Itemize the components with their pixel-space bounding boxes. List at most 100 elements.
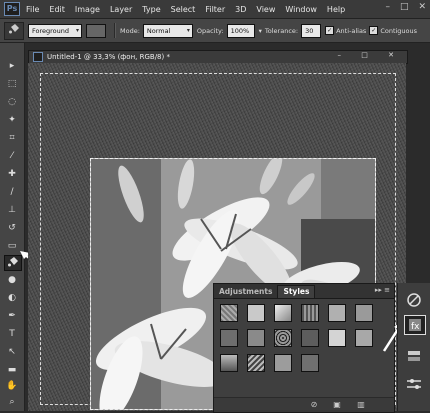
style-swatch[interactable] <box>301 304 319 322</box>
layers-icon[interactable] <box>404 347 424 365</box>
menu-bar: Ps File Edit Image Layer Type Select Fil… <box>0 0 430 19</box>
doc-maximize-button[interactable]: □ <box>361 51 377 59</box>
dodge-tool-icon[interactable]: ◐ <box>4 291 20 305</box>
panel-dock: fx <box>397 283 430 411</box>
adjustments-icon[interactable] <box>404 291 424 309</box>
style-swatch[interactable] <box>328 304 346 322</box>
mode-value: Normal <box>146 26 171 35</box>
style-swatch[interactable] <box>274 304 292 322</box>
document-tab[interactable]: Untitled-1 @ 33,3% (фон, RGB/8) * – □ ✕ <box>28 50 408 64</box>
opacity-label: Opacity: <box>196 26 224 35</box>
tools-panel: ▸ ⬚ ◌ ✦ ⌗ ⁄ ✚ ∕ ⊥ ↺ ▭ ● ◐ ✒ T ↖ ▬ ✋ ⌕ <box>0 43 25 411</box>
document-window-controls: – □ ✕ <box>338 51 403 59</box>
menu-filter[interactable]: Filter <box>205 5 225 14</box>
style-swatch[interactable] <box>355 304 373 322</box>
tab-adjustments[interactable]: Adjustments <box>214 286 277 298</box>
type-tool-icon[interactable]: T <box>4 327 20 341</box>
quick-select-tool-icon[interactable]: ✦ <box>4 113 20 127</box>
doc-close-button[interactable]: ✕ <box>388 51 403 59</box>
panel-footer: ⊘ ▣ ▥ <box>214 397 394 412</box>
pattern-picker[interactable] <box>86 23 106 38</box>
menu-select[interactable]: Select <box>171 5 196 14</box>
document-icon <box>33 52 43 62</box>
contiguous-label: Contiguous <box>380 26 418 35</box>
contiguous-checkbox[interactable]: ✓ <box>369 26 379 35</box>
panel-menu-button[interactable]: ▸▸ ≡ <box>375 286 390 294</box>
menu-view[interactable]: View <box>256 5 275 14</box>
menu-file[interactable]: File <box>26 5 39 14</box>
app-logo: Ps <box>4 2 20 16</box>
mode-label: Mode: <box>120 26 140 35</box>
zoom-tool-icon[interactable]: ⌕ <box>4 395 20 409</box>
style-swatch[interactable] <box>301 329 319 347</box>
svg-text:fx: fx <box>411 322 420 332</box>
marquee-tool-icon[interactable]: ⬚ <box>4 77 20 91</box>
hand-tool-icon[interactable]: ✋ <box>4 379 20 393</box>
panel-tab-bar: Adjustments Styles <box>214 284 394 299</box>
menu-edit[interactable]: Edit <box>49 5 65 14</box>
menu-layer[interactable]: Layer <box>110 5 132 14</box>
paint-bucket-tool-icon[interactable] <box>4 255 22 271</box>
clear-style-icon[interactable]: ⊘ <box>309 400 319 410</box>
paint-bucket-icon <box>9 23 19 33</box>
style-swatch[interactable] <box>220 329 238 347</box>
antialias-checkbox[interactable]: ✓ <box>325 26 335 35</box>
shape-tool-icon[interactable]: ▬ <box>4 363 20 377</box>
document-title: Untitled-1 @ 33,3% (фон, RGB/8) * <box>47 53 170 61</box>
style-swatch[interactable] <box>274 354 292 372</box>
tab-styles[interactable]: Styles <box>277 285 316 298</box>
style-swatch[interactable] <box>247 304 265 322</box>
menu-help[interactable]: Help <box>327 5 345 14</box>
style-swatch[interactable] <box>247 354 265 372</box>
eyedropper-tool-icon[interactable]: ⁄ <box>4 149 20 163</box>
doc-minimize-button[interactable]: – <box>338 51 351 59</box>
channels-icon[interactable] <box>404 375 424 393</box>
menu-type[interactable]: Type <box>142 5 160 14</box>
healing-tool-icon[interactable]: ✚ <box>4 167 20 181</box>
style-swatch[interactable] <box>328 329 346 347</box>
fill-source-value: Foreground <box>32 26 70 35</box>
menu-3d[interactable]: 3D <box>235 5 246 14</box>
app-close-button[interactable]: ✕ <box>418 2 426 12</box>
mode-dropdown[interactable]: Normal ▾ <box>142 23 193 38</box>
clone-stamp-tool-icon[interactable]: ⊥ <box>4 203 20 217</box>
blur-tool-icon[interactable]: ● <box>4 273 20 287</box>
opacity-slider-toggle[interactable]: ▾ <box>259 27 262 35</box>
brush-tool-icon[interactable]: ∕ <box>4 185 20 199</box>
path-select-tool-icon[interactable]: ↖ <box>4 345 20 359</box>
options-bar: Foreground ▾ Mode: Normal ▾ Opacity: 100… <box>0 19 430 43</box>
tolerance-value: 30 <box>305 26 314 35</box>
delete-style-icon[interactable]: ▥ <box>356 400 366 410</box>
chevron-down-icon: ▾ <box>75 26 79 34</box>
fill-source-dropdown[interactable]: Foreground ▾ <box>28 23 82 38</box>
move-tool-icon[interactable]: ▸ <box>4 59 20 73</box>
antialias-label: Anti-alias <box>336 26 367 35</box>
crop-tool-icon[interactable]: ⌗ <box>4 131 20 145</box>
menu-image[interactable]: Image <box>75 5 100 14</box>
lasso-tool-icon[interactable]: ◌ <box>4 95 20 109</box>
tolerance-input[interactable]: 30 <box>301 23 322 38</box>
style-swatch[interactable] <box>355 329 373 347</box>
new-style-icon[interactable]: ▣ <box>332 400 342 410</box>
styles-icon[interactable]: fx <box>404 315 426 335</box>
opacity-value: 100% <box>230 26 250 35</box>
tolerance-label: Tolerance: <box>264 26 299 35</box>
chevron-down-icon: ▾ <box>186 26 190 34</box>
app-maximize-button[interactable]: □ <box>400 2 409 12</box>
menu-window[interactable]: Window <box>285 5 317 14</box>
eraser-tool-icon[interactable]: ▭ <box>4 239 20 253</box>
style-swatch[interactable] <box>220 354 238 372</box>
tool-preset-picker[interactable] <box>4 21 24 40</box>
style-swatch[interactable] <box>220 304 238 322</box>
opacity-input[interactable]: 100% <box>226 23 255 38</box>
styles-panel: Adjustments Styles ▸▸ ≡ ⊘ ▣ ▥ <box>213 283 395 413</box>
app-window-controls: – □ ✕ <box>385 2 426 12</box>
style-swatch[interactable] <box>247 329 265 347</box>
style-swatches-grid <box>220 304 386 388</box>
separator <box>114 23 116 38</box>
history-brush-tool-icon[interactable]: ↺ <box>4 221 20 235</box>
style-swatch[interactable] <box>274 329 292 347</box>
pen-tool-icon[interactable]: ✒ <box>4 309 20 323</box>
style-swatch[interactable] <box>301 354 319 372</box>
app-minimize-button[interactable]: – <box>385 2 390 12</box>
